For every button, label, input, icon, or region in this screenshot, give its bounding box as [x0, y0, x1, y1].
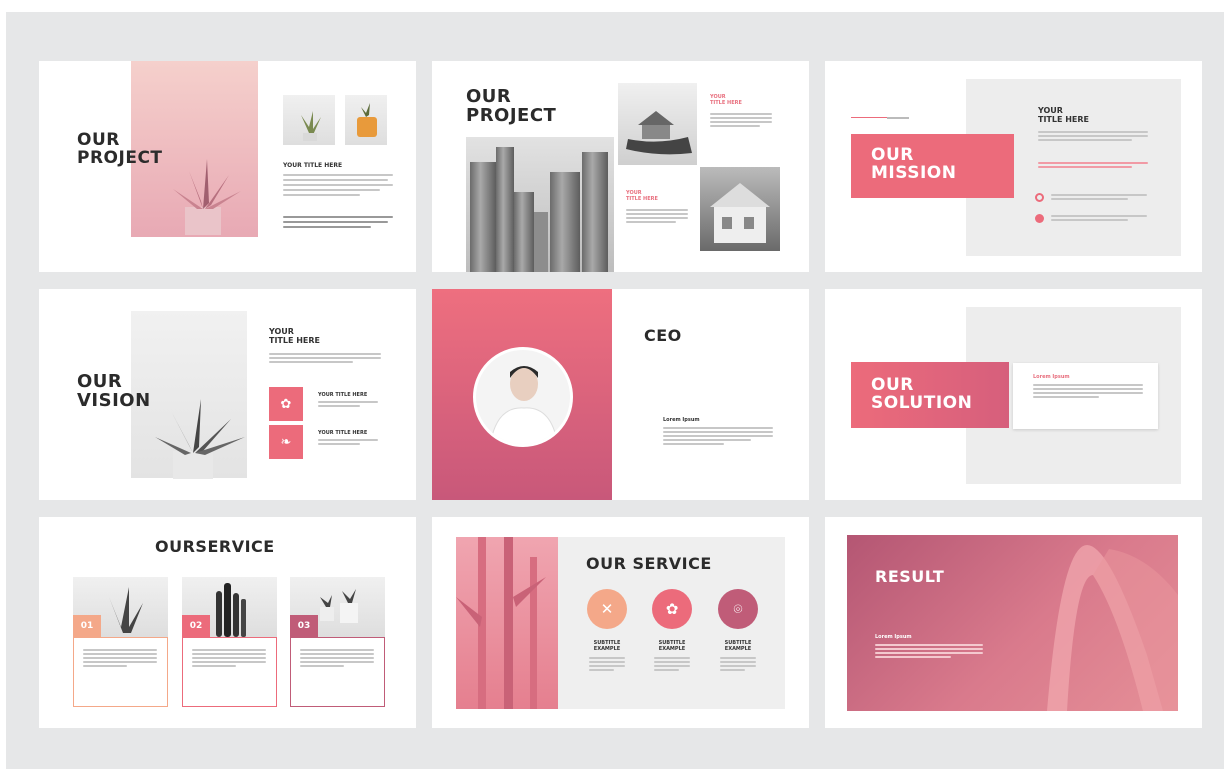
slide-our-solution[interactable]: OUR SOLUTION Lorem Ipsum: [825, 289, 1202, 500]
city-buildings-photo: [466, 137, 614, 272]
slide-ceo[interactable]: CEO Lorem Ipsum: [432, 289, 809, 500]
body-text: [663, 427, 773, 445]
body-text: [269, 353, 381, 363]
gray-line: [887, 117, 909, 119]
number-badge-3: 03: [290, 615, 318, 637]
cross-icon: ✕: [587, 589, 627, 629]
slide-title: OUR PROJECT: [77, 131, 163, 168]
arch-shape: [1047, 545, 1178, 711]
slide-our-service[interactable]: OUR SERVICE ✕ ✿ ⌾ SUBTITLE EXAMPLE SUBTIT…: [432, 517, 809, 728]
card-text-2: [192, 649, 266, 667]
card-body-2: [182, 637, 277, 707]
subtitle: YOUR TITLE HERE: [283, 162, 343, 169]
service-item-2: SUBTITLE EXAMPLE: [658, 640, 686, 652]
card-label: Lorem Ipsum: [1033, 374, 1070, 380]
slide-title: RESULT: [875, 567, 945, 586]
gear-icon: ✿: [652, 589, 692, 629]
bullet-icon-1: [1035, 193, 1044, 202]
slide-title: CEO: [644, 326, 682, 345]
icon-box-1: ✿: [269, 387, 303, 421]
subtitle: YOUR TITLE HERE: [1038, 106, 1090, 125]
plant-icon: [155, 399, 245, 479]
body-text-placeholder: [283, 174, 393, 196]
leaf-icon: [456, 537, 546, 709]
pin-icon: ⌾: [718, 589, 758, 629]
slide-title: OUR PROJECT: [466, 87, 557, 126]
caption-2: YOUR TITLE HERE: [626, 190, 658, 202]
photo-plant-small: [283, 95, 335, 145]
highlight-text: [1038, 162, 1148, 168]
slide-our-vision[interactable]: OUR VISION YOUR TITLE HERE ✿ YOUR TITLE H…: [39, 289, 416, 500]
item-text-2: [318, 439, 378, 445]
label: Lorem Ipsum: [663, 417, 700, 423]
slide-title: OUR MISSION: [871, 146, 957, 183]
title-line-2: PROJECT: [77, 147, 163, 168]
number-badge-1: 01: [73, 615, 101, 637]
template-preview-canvas: OUR PROJECT YOUR TITLE HERE OUR PROJECT: [6, 12, 1224, 769]
body-text-placeholder-2: [283, 216, 393, 228]
service-text-1: [589, 657, 625, 671]
building-icon: [710, 183, 770, 243]
slide-title: OUR SOLUTION: [871, 376, 973, 413]
bamboo-photo: [456, 537, 558, 709]
title-line-2: MISSION: [871, 162, 957, 183]
body-text: [1038, 131, 1148, 141]
plant-icon: [173, 159, 241, 235]
item-title-2: YOUR TITLE HERE: [318, 430, 368, 436]
body-text: [875, 644, 983, 658]
subtitle: YOUR TITLE HERE: [269, 327, 321, 346]
service-text-2: [654, 657, 690, 671]
title-line-2: VISION: [77, 389, 151, 411]
slide-our-project-2[interactable]: OUR PROJECT YOUR TITLE HERE YOUR TITLE HER…: [432, 61, 809, 272]
card-body-3: [290, 637, 385, 707]
bullet-text-1: [1051, 194, 1147, 200]
photo-house: [700, 167, 780, 251]
card-text-1: [83, 649, 157, 667]
slide-our-mission[interactable]: OUR MISSION YOUR TITLE HERE: [825, 61, 1202, 272]
slide-title: OUR SERVICE: [586, 554, 712, 573]
bullet-icon-2: [1035, 214, 1044, 223]
slide-ourservice[interactable]: OURSERVICE 01 02 03: [39, 517, 416, 728]
slide-title: OUR VISION: [77, 372, 151, 411]
person-icon: [476, 350, 570, 444]
item-text-1: [318, 401, 378, 407]
card-text-3: [300, 649, 374, 667]
caption-1-text: [710, 113, 772, 127]
caption-2-text: [626, 209, 688, 223]
house-icon: [626, 111, 692, 155]
service-item-1: SUBTITLE EXAMPLE: [593, 640, 621, 652]
card-body-1: [73, 637, 168, 707]
caption-1: YOUR TITLE HERE: [710, 94, 742, 106]
title-line-2: PROJECT: [466, 104, 557, 126]
card-text: [1033, 384, 1143, 398]
result-panel: [847, 535, 1178, 711]
label: Lorem Ipsum: [875, 634, 912, 640]
pink-line: [851, 117, 887, 118]
slide-title: OURSERVICE: [155, 537, 275, 556]
title-line-2: SOLUTION: [871, 392, 973, 413]
number-badge-2: 02: [182, 615, 210, 637]
icon-box-2: ❧: [269, 425, 303, 459]
bullet-text-2: [1051, 215, 1147, 221]
service-text-3: [720, 657, 756, 671]
item-title-1: YOUR TITLE HERE: [318, 392, 368, 398]
service-item-3: SUBTITLE EXAMPLE: [724, 640, 752, 652]
photo-house-hand: [618, 83, 697, 165]
photo-pot-small: [345, 95, 387, 145]
slide-our-project[interactable]: OUR PROJECT YOUR TITLE HERE: [39, 61, 416, 272]
slide-result[interactable]: RESULT Lorem Ipsum: [825, 517, 1202, 728]
ceo-photo: [473, 347, 573, 447]
